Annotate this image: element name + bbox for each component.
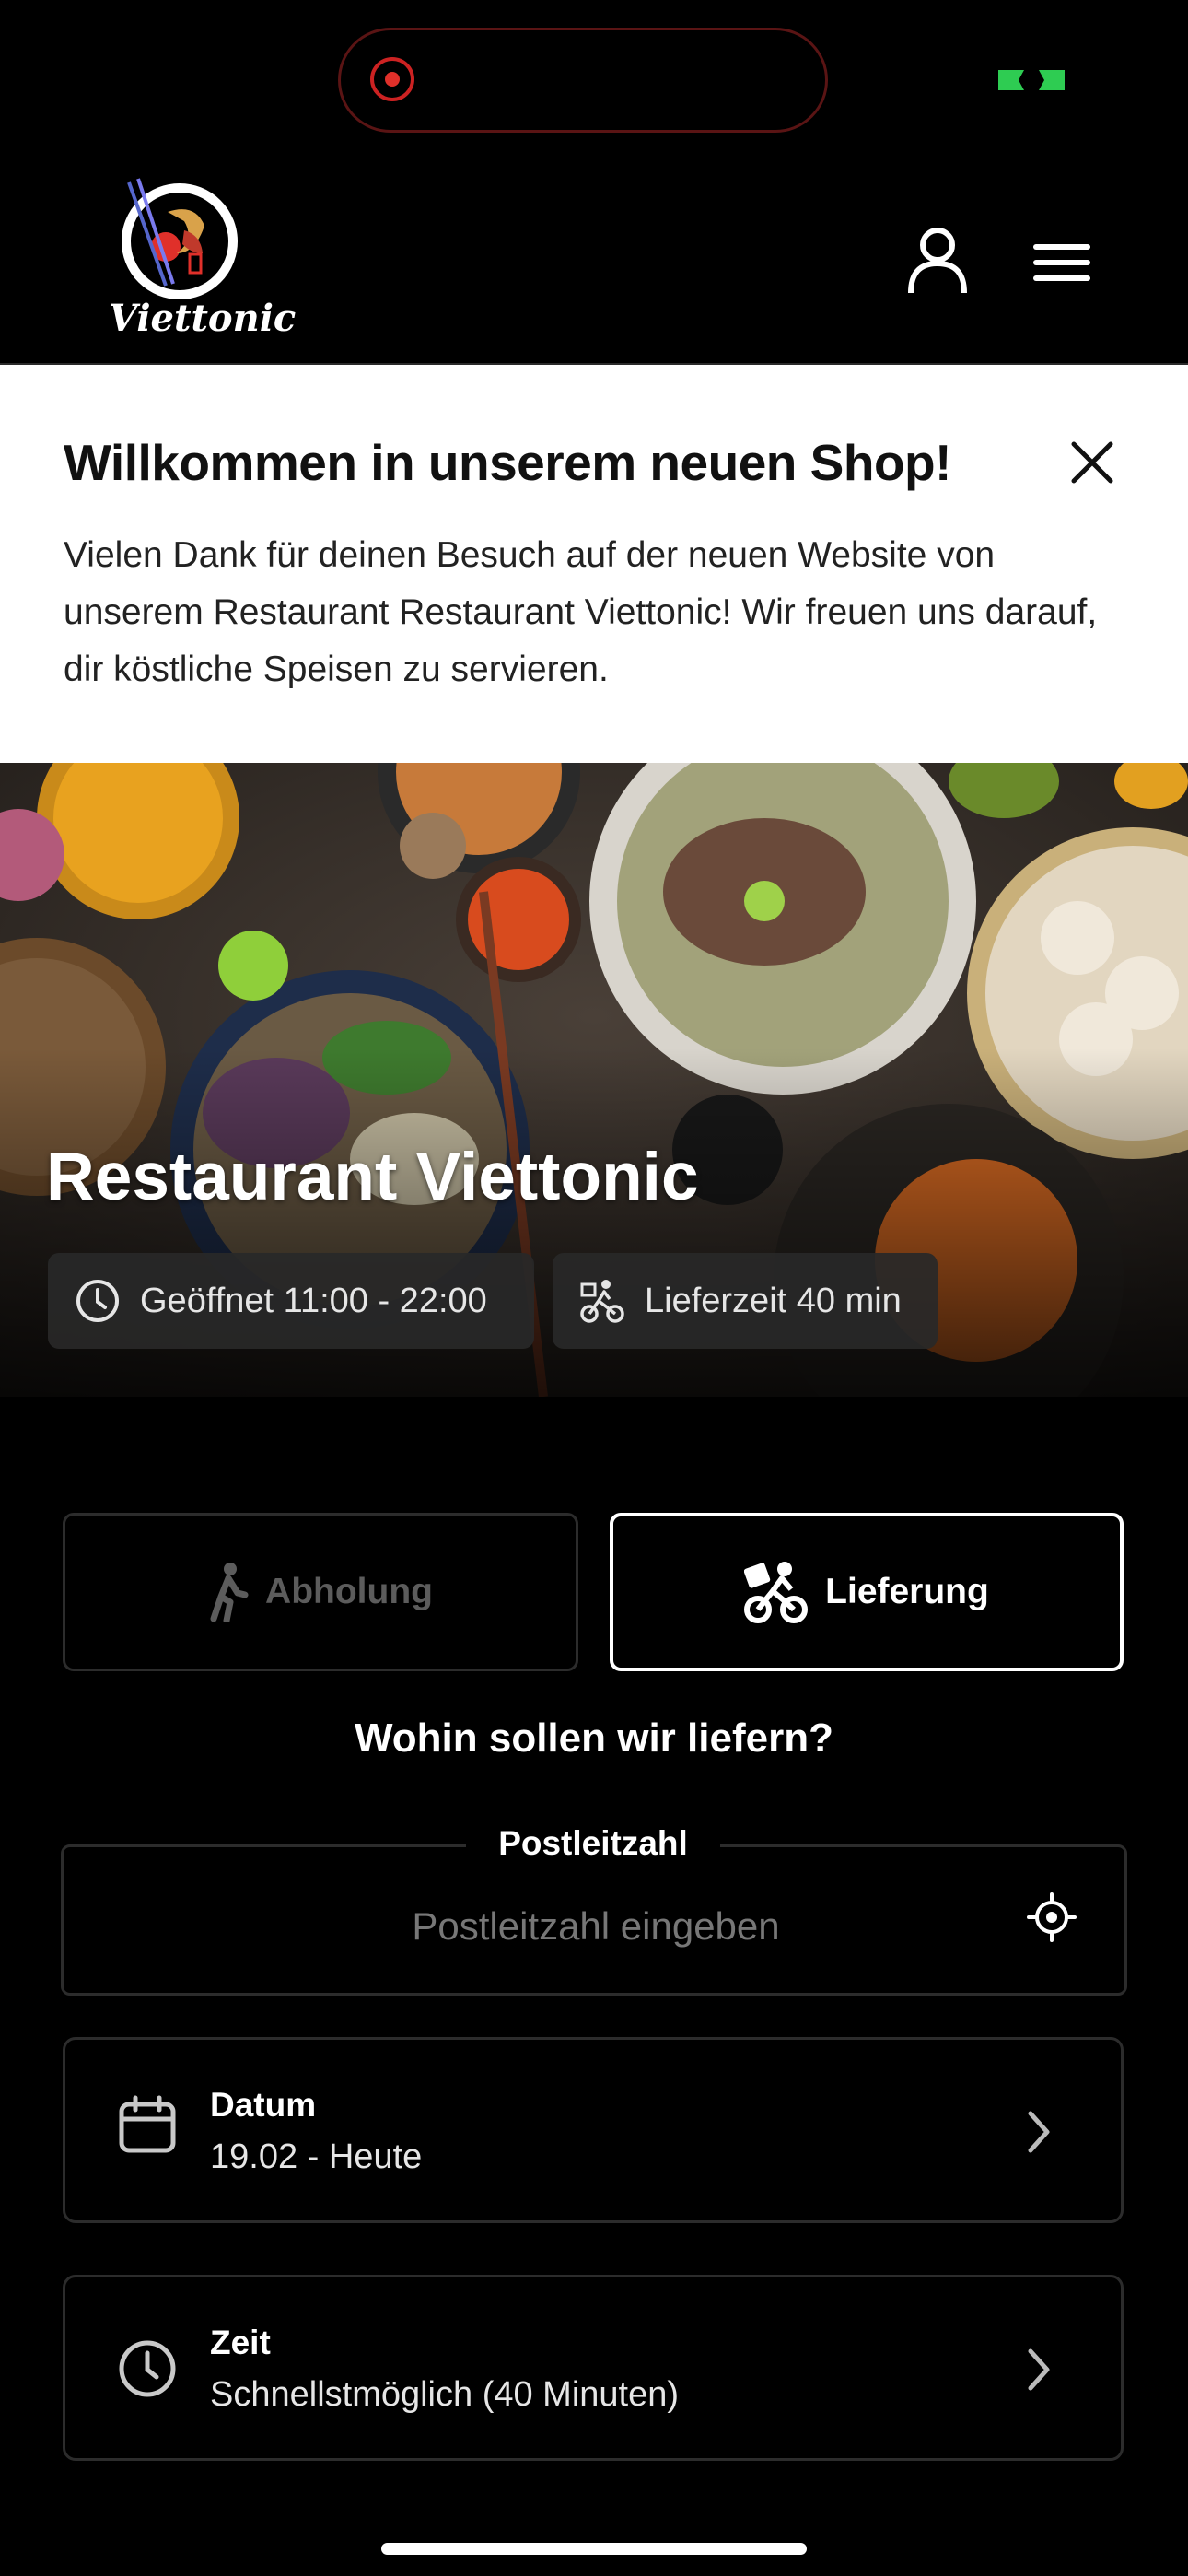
postal-code-label: Postleitzahl [466, 1824, 720, 1863]
locate-icon[interactable] [1027, 1892, 1077, 1942]
restaurant-name: Restaurant Viettonic [46, 1140, 699, 1214]
opening-hours-text: Geöffnet 11:00 - 22:00 [140, 1281, 487, 1320]
date-selector[interactable]: Datum 19.02 - Heute [63, 2037, 1124, 2223]
time-selector[interactable]: Zeit Schnellstmöglich (40 Minuten) [63, 2275, 1124, 2461]
clock-icon [119, 2340, 176, 2397]
chevron-right-icon [1028, 2111, 1050, 2153]
time-value: Schnellstmöglich (40 Minuten) [210, 2375, 680, 2414]
delivery-label: Lieferung [825, 1572, 989, 1611]
camera-in-use-icon [998, 70, 1065, 90]
delivery-time-badge: Lieferzeit 40 min [553, 1253, 938, 1349]
delivery-question: Wohin sollen wir liefern? [355, 1715, 833, 1761]
walking-icon [210, 1563, 249, 1622]
logo-wordmark: Viettonic [109, 297, 297, 340]
bike-courier-icon [580, 1280, 624, 1323]
time-title: Zeit [210, 2324, 271, 2361]
banner-text: Vielen Dank für deinen Besuch auf der ne… [64, 535, 1098, 689]
opening-hours-badge: Geöffnet 11:00 - 22:00 [48, 1253, 534, 1349]
pickup-label: Abholung [265, 1572, 433, 1611]
chevron-right-icon [1028, 2348, 1050, 2391]
clock-icon [76, 1280, 119, 1322]
calendar-icon [119, 2095, 176, 2153]
postal-code-input[interactable] [129, 1889, 1063, 1964]
user-icon[interactable] [905, 227, 970, 296]
date-value: 19.02 - Heute [210, 2137, 423, 2176]
recording-indicator-icon [370, 57, 414, 101]
close-icon[interactable] [1068, 439, 1116, 486]
pickup-button[interactable]: Abholung [63, 1513, 578, 1671]
delivery-button[interactable]: Lieferung [610, 1513, 1124, 1671]
delivery-time-text: Lieferzeit 40 min [645, 1281, 902, 1320]
bike-courier-icon [744, 1562, 809, 1623]
date-title: Datum [210, 2086, 317, 2124]
home-indicator[interactable] [381, 2543, 807, 2555]
menu-icon[interactable] [1033, 242, 1090, 283]
banner-title: Willkommen in unserem neuen Shop! [64, 434, 951, 491]
